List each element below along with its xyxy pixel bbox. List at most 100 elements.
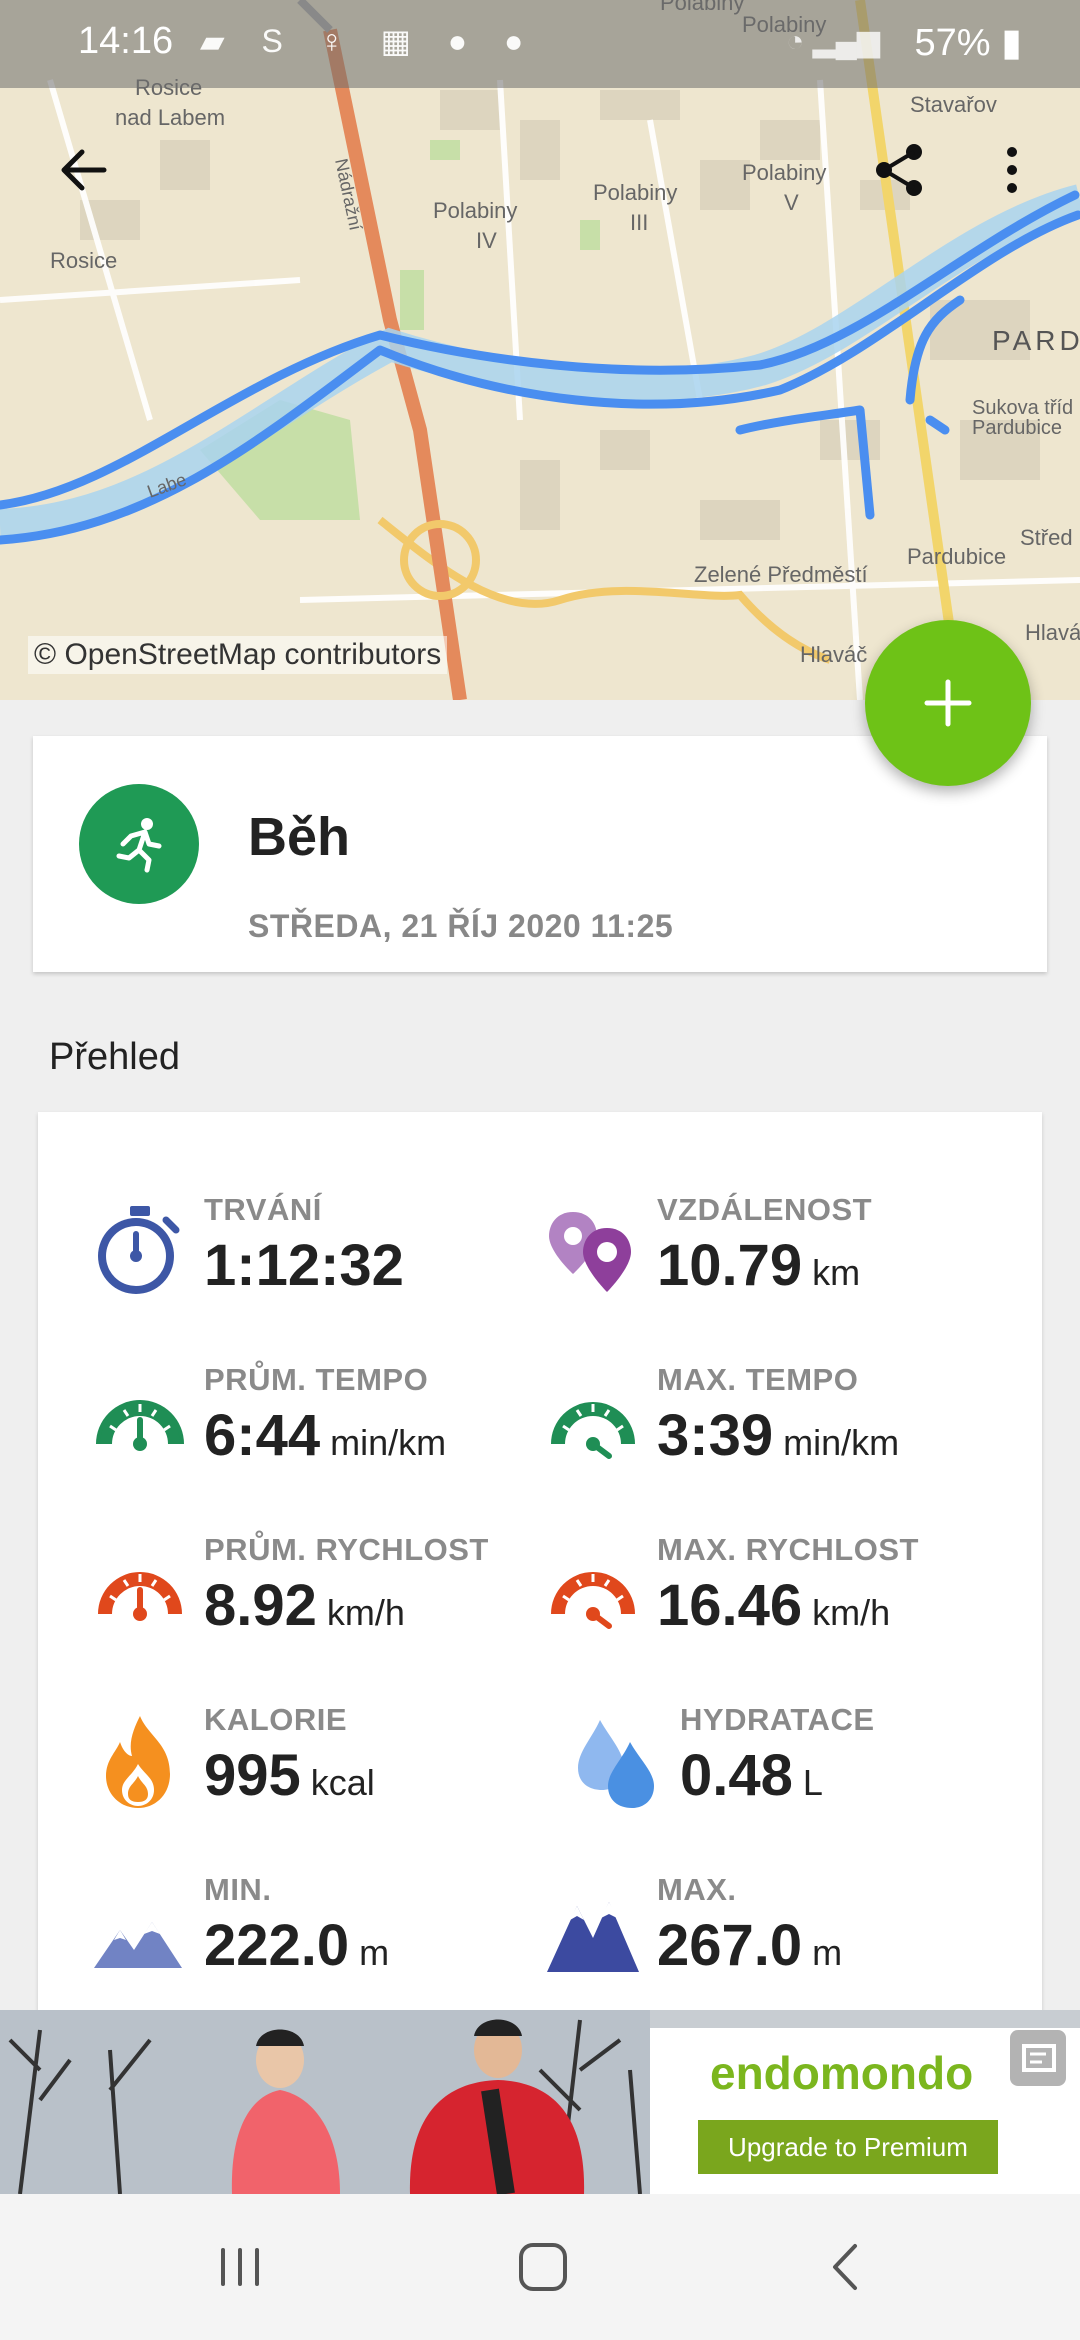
speedometer-red-icon — [98, 1572, 182, 1621]
ad-info-icon[interactable] — [1010, 2030, 1066, 2086]
stat-value-row: 8.92 km/h — [204, 1572, 405, 1639]
endomondo-logo: endomondo — [710, 2047, 974, 2099]
stat-label: VZDÁLENOST — [657, 1192, 873, 1227]
signal-icon: ◔ ▂▄▆ — [786, 25, 880, 58]
svg-text:nad Labem: nad Labem — [115, 105, 225, 130]
system-nav-bar — [0, 2194, 1080, 2340]
stat-value: 16.46 — [657, 1573, 803, 1638]
stat-min-altitude: MIN. 222.0 m — [90, 1872, 550, 2002]
stat-label: MAX. RYCHLOST — [657, 1532, 919, 1567]
stat-value: 8.92 — [204, 1573, 317, 1638]
stat-duration: TRVÁNÍ 1:12:32 — [90, 1192, 550, 1322]
stat-calories: KALORIE 995 kcal — [90, 1702, 550, 1832]
home-icon — [519, 2243, 567, 2291]
speedometer-green-max-icon — [551, 1402, 635, 1459]
route-map[interactable]: Rosicenad Labem Rosice PolabinyIV Polabi… — [0, 0, 1080, 700]
ad-choices-icon — [1022, 2044, 1056, 2072]
activity-date: STŘEDA, 21 ŘÍJ 2020 11:25 — [248, 908, 674, 944]
stopwatch-icon — [98, 1206, 180, 1294]
svg-text:Pardubice: Pardubice — [907, 544, 1006, 569]
svg-text:PARD: PARD — [992, 325, 1080, 356]
stat-value: 6:44 — [204, 1403, 321, 1468]
stat-label: PRŮM. TEMPO — [204, 1362, 429, 1397]
stat-unit: min/km — [330, 1422, 447, 1463]
stat-value: 995 — [204, 1743, 301, 1808]
more-options-button[interactable] — [972, 130, 1052, 210]
stats-card: TRVÁNÍ 1:12:32 VZDÁLENOST 10.79 km PRŮM. … — [38, 1112, 1042, 2012]
svg-text:Stavařov: Stavařov — [910, 92, 997, 117]
battery-icon: ▮ — [1001, 22, 1022, 64]
stat-value-row: 267.0 m — [657, 1912, 842, 1979]
svg-text:Polabiny: Polabiny — [433, 198, 517, 223]
svg-text:Sukova tříd: Sukova tříd — [972, 397, 1073, 419]
stat-value: 222.0 — [204, 1913, 350, 1978]
speedometer-red-max-icon — [551, 1572, 635, 1629]
recent-apps-button[interactable] — [195, 2232, 285, 2302]
system-back-button[interactable] — [800, 2232, 890, 2302]
stat-value: 3:39 — [657, 1403, 774, 1468]
stat-avg-speed: PRŮM. RYCHLOST 8.92 km/h — [90, 1532, 550, 1662]
stat-label: KALORIE — [204, 1702, 347, 1737]
notification-icons: ▰ S ♀ ▦ ● ● — [200, 23, 538, 59]
svg-text:Polabiny: Polabiny — [593, 180, 677, 205]
stat-value-row: 995 kcal — [204, 1742, 375, 1809]
status-time: 14:16 — [78, 20, 174, 62]
stat-unit: km/h — [812, 1592, 891, 1633]
stat-unit: kcal — [310, 1762, 375, 1803]
svg-text:Zelené Předměstí: Zelené Předměstí — [694, 562, 868, 587]
svg-text:III: III — [630, 210, 648, 235]
recent-apps-icon — [221, 2248, 259, 2286]
stat-value-row: 16.46 km/h — [657, 1572, 890, 1639]
stat-unit: km/h — [326, 1592, 405, 1633]
svg-text:Hlaváč: Hlaváč — [800, 642, 867, 667]
stat-label: HYDRATACE — [680, 1702, 875, 1737]
svg-text:Hlavá: Hlavá — [1025, 620, 1080, 645]
stat-value: 0.48 — [680, 1743, 793, 1808]
share-button[interactable] — [860, 130, 940, 210]
svg-text:Pardubice: Pardubice — [972, 417, 1062, 439]
stat-value-row: 0.48 L — [680, 1742, 823, 1809]
add-fab-button[interactable] — [865, 620, 1031, 786]
activity-header-card: Běh STŘEDA, 21 ŘÍJ 2020 11:25 — [33, 736, 1047, 972]
stat-unit: L — [802, 1762, 823, 1803]
stat-unit: km — [812, 1252, 861, 1293]
stat-max-pace: MAX. TEMPO 3:39 min/km — [543, 1362, 1003, 1492]
share-icon — [876, 144, 922, 196]
stat-value-row: 6:44 min/km — [204, 1402, 446, 1469]
stat-label: PRŮM. RYCHLOST — [204, 1532, 489, 1567]
stat-label: TRVÁNÍ — [204, 1192, 322, 1227]
activity-type-badge — [79, 784, 199, 904]
stat-value-row: 222.0 m — [204, 1912, 389, 1979]
stat-max-altitude: MAX. 267.0 m — [543, 1872, 1003, 2002]
svg-text:IV: IV — [476, 228, 497, 253]
stat-unit: min/km — [783, 1422, 900, 1463]
svg-text:V: V — [784, 190, 799, 215]
back-button[interactable] — [44, 130, 124, 210]
plus-icon — [924, 679, 972, 727]
ad-photo — [0, 2010, 650, 2194]
upgrade-premium-button[interactable]: Upgrade to Premium — [698, 2120, 998, 2174]
stat-value: 267.0 — [657, 1913, 803, 1978]
flame-icon — [106, 1716, 170, 1808]
more-vert-icon — [1007, 147, 1017, 193]
stat-hydration: HYDRATACE 0.48 L — [566, 1702, 1026, 1832]
water-drops-icon — [578, 1720, 654, 1808]
stat-label: MAX. — [657, 1872, 737, 1907]
stat-unit: m — [812, 1932, 843, 1973]
stat-value-row: 10.79 km — [657, 1232, 860, 1299]
ad-banner[interactable]: endomondo Upgrade to Premium — [0, 2010, 1080, 2194]
speedometer-green-icon — [96, 1400, 184, 1451]
home-button[interactable] — [498, 2232, 588, 2302]
map-attribution[interactable]: © OpenStreetMap contributors — [28, 636, 448, 674]
svg-text:Střed: Střed — [1020, 525, 1073, 550]
battery-percent: 57% — [914, 22, 991, 64]
stat-value: 10.79 — [657, 1233, 803, 1298]
stat-distance: VZDÁLENOST 10.79 km — [543, 1192, 1003, 1322]
stat-value: 1:12:32 — [204, 1233, 404, 1298]
running-icon — [116, 818, 162, 873]
stat-value-row: 1:12:32 — [204, 1232, 414, 1299]
stat-value-row: 3:39 min/km — [657, 1402, 899, 1469]
battery-indicator: 57% ▮ — [914, 20, 1022, 65]
mountains-max-icon — [547, 1902, 639, 1972]
stat-max-speed: MAX. RYCHLOST 16.46 km/h — [543, 1532, 1003, 1662]
